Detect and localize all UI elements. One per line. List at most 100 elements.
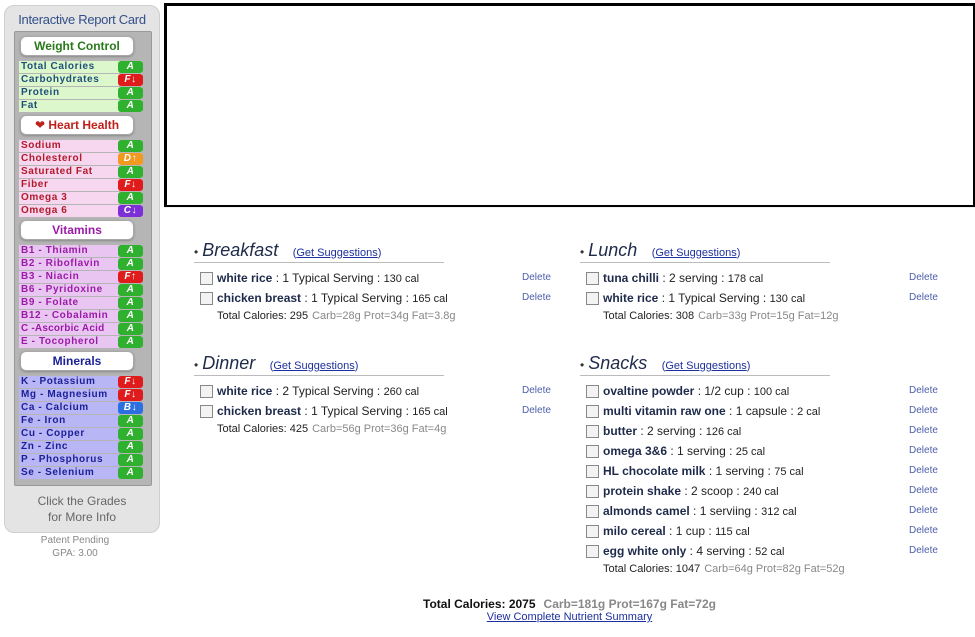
item-checkbox[interactable] — [200, 292, 213, 305]
item-name[interactable]: omega 3&6 — [603, 444, 667, 458]
get-suggestions-label[interactable]: Get Suggestions — [296, 247, 377, 259]
grade-badge[interactable]: F↓ — [118, 376, 143, 388]
delete-button[interactable]: Delete — [909, 288, 938, 308]
heart-health-header[interactable]: ❤ Heart Health — [20, 115, 134, 135]
grade-row-phosphorus[interactable]: P - Phosphorus A — [19, 454, 143, 466]
grade-badge[interactable]: A — [118, 61, 143, 73]
item-name[interactable]: white rice — [217, 271, 272, 285]
delete-button[interactable]: Delete — [909, 501, 938, 521]
item-checkbox[interactable] — [586, 292, 599, 305]
delete-button[interactable]: Delete — [909, 461, 938, 481]
grade-badge[interactable]: A — [118, 441, 143, 453]
item-name[interactable]: chicken breast — [217, 404, 301, 418]
grade-badge[interactable]: A — [118, 166, 143, 178]
grade-badge[interactable]: F↓ — [118, 179, 143, 191]
grade-row-selenium[interactable]: Se - Selenium A — [19, 467, 143, 479]
delete-button[interactable]: Delete — [909, 401, 938, 421]
grade-badge[interactable]: A — [118, 258, 143, 270]
delete-button[interactable]: Delete — [522, 381, 551, 401]
item-name[interactable]: white rice — [217, 384, 272, 398]
grade-row-zinc[interactable]: Zn - Zinc A — [19, 441, 143, 453]
grade-badge[interactable]: A — [118, 192, 143, 204]
item-checkbox[interactable] — [586, 505, 599, 518]
item-checkbox[interactable] — [586, 485, 599, 498]
grade-badge[interactable]: A — [118, 100, 143, 112]
grade-row-b3[interactable]: B3 - Niacin F↑ — [19, 271, 143, 283]
grade-row-omega-6[interactable]: Omega 6 C↓ — [19, 205, 143, 217]
delete-button[interactable]: Delete — [909, 521, 938, 541]
item-checkbox[interactable] — [586, 405, 599, 418]
delete-button[interactable]: Delete — [522, 268, 551, 288]
delete-button[interactable]: Delete — [522, 401, 551, 421]
nutrient-summary-link-text[interactable]: View Complete Nutrient Summary — [487, 611, 652, 623]
grade-row-potassium[interactable]: K - Potassium F↓ — [19, 376, 143, 388]
grade-row-vitamin-c[interactable]: C -Ascorbic Acid A — [19, 323, 143, 335]
grade-row-fat[interactable]: Fat A — [19, 100, 143, 112]
get-suggestions-label[interactable]: Get Suggestions — [655, 247, 736, 259]
delete-button[interactable]: Delete — [909, 421, 938, 441]
item-name[interactable]: white rice — [603, 291, 658, 305]
grade-row-fiber[interactable]: Fiber F↓ — [19, 179, 143, 191]
item-checkbox[interactable] — [586, 545, 599, 558]
get-suggestions-label[interactable]: Get Suggestions — [273, 360, 354, 372]
grade-row-b2[interactable]: B2 - Riboflavin A — [19, 258, 143, 270]
item-name[interactable]: HL chocolate milk — [603, 464, 705, 478]
grade-badge[interactable]: A — [118, 323, 143, 335]
grade-badge[interactable]: A — [118, 415, 143, 427]
grade-badge[interactable]: B↓ — [118, 402, 143, 414]
item-checkbox[interactable] — [586, 465, 599, 478]
grade-row-carbohydrates[interactable]: Carbohydrates F↓ — [19, 74, 143, 86]
vitamins-header[interactable]: Vitamins — [20, 220, 134, 240]
grade-row-omega-3[interactable]: Omega 3 A — [19, 192, 143, 204]
item-name[interactable]: almonds camel — [603, 504, 690, 518]
grade-badge[interactable]: A — [118, 284, 143, 296]
grade-row-cholesterol[interactable]: Cholesterol D↑ — [19, 153, 143, 165]
item-name[interactable]: milo cereal — [603, 524, 666, 538]
grade-badge[interactable]: F↓ — [118, 74, 143, 86]
grade-badge[interactable]: A — [118, 245, 143, 257]
grade-row-b6[interactable]: B6 - Pyridoxine A — [19, 284, 143, 296]
item-checkbox[interactable] — [586, 272, 599, 285]
item-checkbox[interactable] — [586, 445, 599, 458]
grade-badge[interactable]: A — [118, 310, 143, 322]
weight-control-header[interactable]: Weight Control — [20, 36, 134, 56]
item-name[interactable]: egg white only — [603, 544, 686, 558]
grade-badge[interactable]: F↑ — [118, 271, 143, 283]
grade-badge[interactable]: A — [118, 140, 143, 152]
nutrient-summary-link[interactable]: View Complete Nutrient Summary — [164, 611, 975, 623]
grade-row-b1[interactable]: B1 - Thiamin A — [19, 245, 143, 257]
delete-button[interactable]: Delete — [909, 481, 938, 501]
grade-badge[interactable]: A — [118, 454, 143, 466]
grade-row-copper[interactable]: Cu - Copper A — [19, 428, 143, 440]
minerals-header[interactable]: Minerals — [20, 351, 134, 371]
get-suggestions-link[interactable]: (Get Suggestions) — [652, 247, 741, 259]
grade-row-saturated-fat[interactable]: Saturated Fat A — [19, 166, 143, 178]
item-name[interactable]: chicken breast — [217, 291, 301, 305]
get-suggestions-link[interactable]: (Get Suggestions) — [662, 360, 751, 372]
grade-row-vitamin-e[interactable]: E - Tocopherol A — [19, 336, 143, 348]
grade-badge[interactable]: A — [118, 336, 143, 348]
grade-row-iron[interactable]: Fe - Iron A — [19, 415, 143, 427]
grade-badge[interactable]: A — [118, 428, 143, 440]
delete-button[interactable]: Delete — [522, 288, 551, 308]
item-checkbox[interactable] — [200, 272, 213, 285]
delete-button[interactable]: Delete — [909, 441, 938, 461]
item-name[interactable]: tuna chilli — [603, 271, 659, 285]
item-checkbox[interactable] — [586, 525, 599, 538]
grade-row-sodium[interactable]: Sodium A — [19, 140, 143, 152]
item-name[interactable]: butter — [603, 424, 637, 438]
grade-badge[interactable]: A — [118, 87, 143, 99]
get-suggestions-link[interactable]: (Get Suggestions) — [293, 247, 382, 259]
get-suggestions-link[interactable]: (Get Suggestions) — [270, 360, 359, 372]
grade-row-protein[interactable]: Protein A — [19, 87, 143, 99]
item-checkbox[interactable] — [200, 385, 213, 398]
grade-badge[interactable]: F↓ — [118, 389, 143, 401]
grade-badge[interactable]: D↑ — [118, 153, 143, 165]
item-checkbox[interactable] — [586, 425, 599, 438]
grade-row-magnesium[interactable]: Mg - Magnesium F↓ — [19, 389, 143, 401]
item-name[interactable]: ovaltine powder — [603, 384, 694, 398]
item-checkbox[interactable] — [200, 405, 213, 418]
grade-row-total-calories[interactable]: Total Calories A — [19, 61, 143, 73]
delete-button[interactable]: Delete — [909, 541, 938, 561]
grade-row-b12[interactable]: B12 - Cobalamin A — [19, 310, 143, 322]
